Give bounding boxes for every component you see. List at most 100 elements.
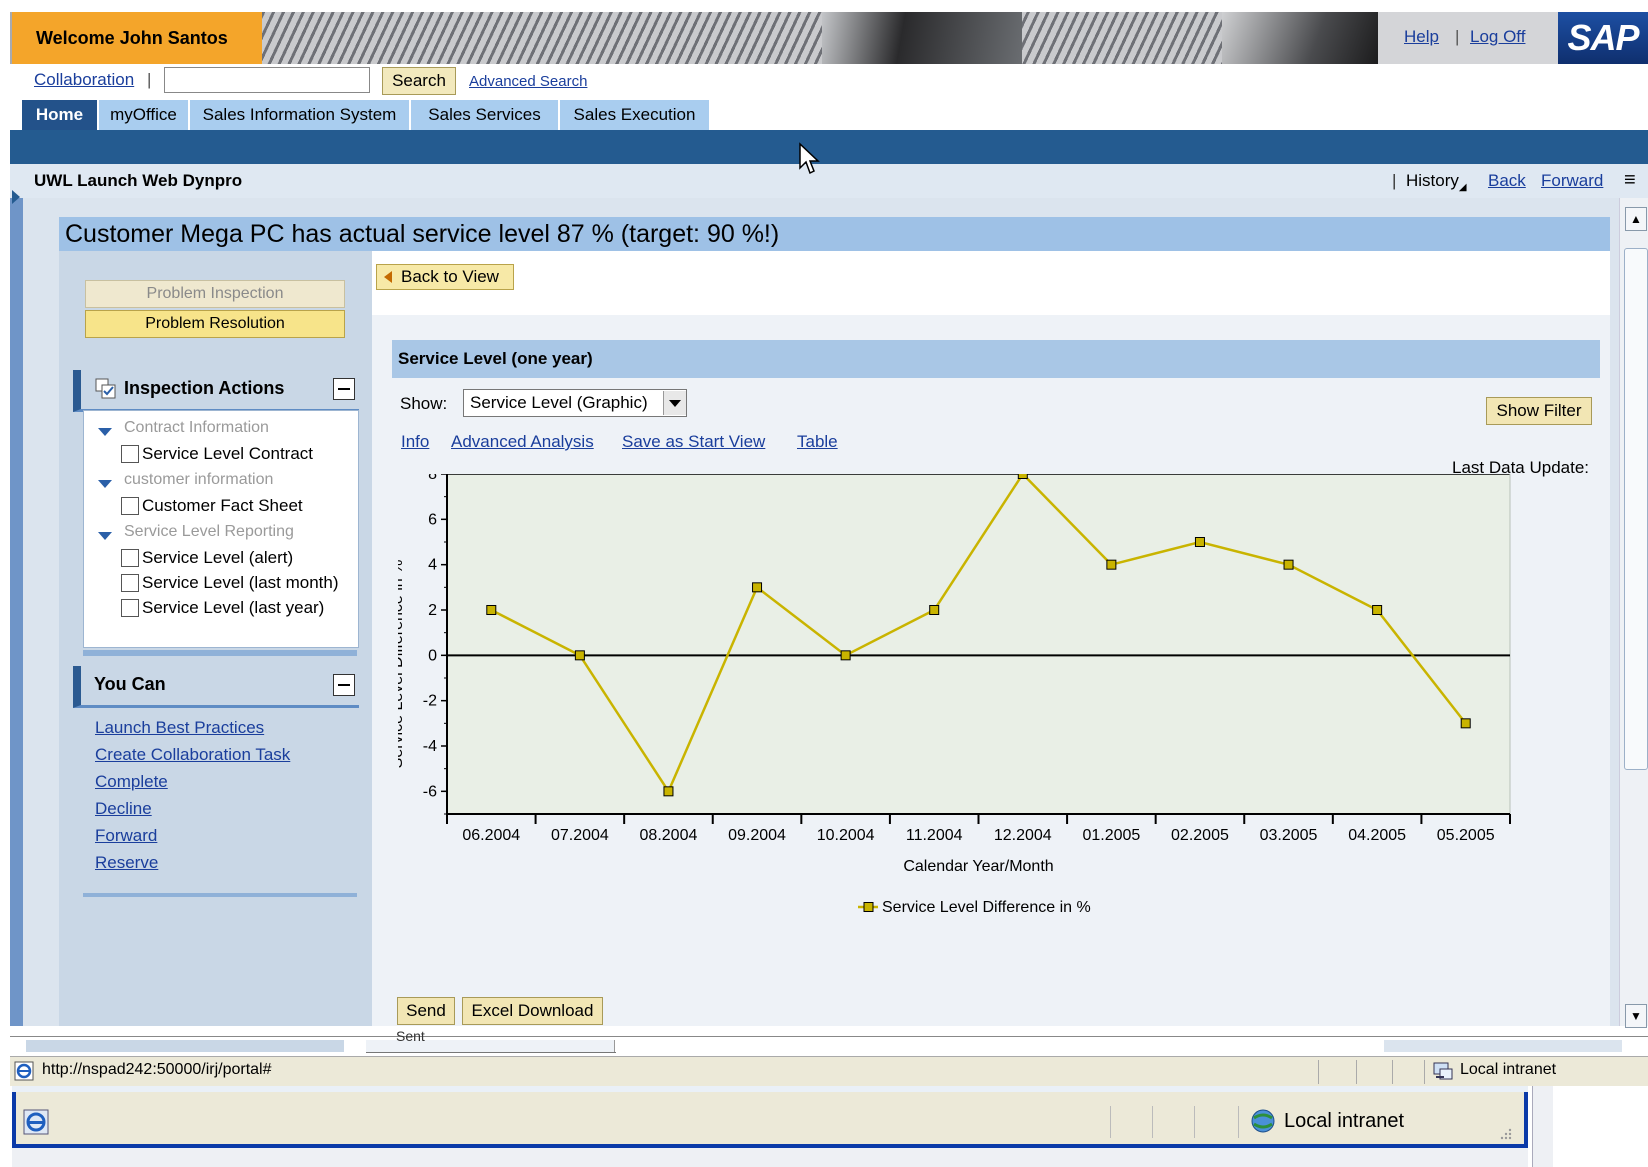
x-tick-label: 07.2004 xyxy=(551,827,609,844)
search-button[interactable]: Search xyxy=(382,67,456,95)
scroll-down-icon[interactable]: ▼ xyxy=(1625,1004,1647,1028)
checkbox[interactable] xyxy=(121,599,139,617)
detail-navigation-strip[interactable] xyxy=(10,198,23,1026)
checkbox[interactable] xyxy=(121,549,139,567)
status-divider xyxy=(1356,1060,1357,1084)
history-dropdown[interactable]: History◢ xyxy=(1406,171,1467,193)
tree-item-service-level-alert[interactable]: Service Level (alert) xyxy=(142,548,293,568)
service-level-chart: 8 6 4 2 0 -2 -4 -6 06.2004 07.2004 08.2004 09.2004 1… xyxy=(398,474,1511,916)
report-title: Service Level (one year) xyxy=(392,340,1600,378)
data-point xyxy=(1460,718,1471,729)
y-tick-label: -2 xyxy=(423,693,437,710)
x-tick-label: 02.2005 xyxy=(1171,827,1229,844)
back-to-view-button[interactable]: Back to View xyxy=(376,264,514,290)
forward-action-link[interactable]: Forward xyxy=(95,826,157,846)
history-label: History xyxy=(1406,171,1459,190)
tree-group-customer-information[interactable]: customer information xyxy=(124,471,273,489)
status-divider xyxy=(1392,1060,1393,1084)
y-tick-label: 2 xyxy=(428,602,437,619)
search-input[interactable] xyxy=(164,67,370,93)
back-link[interactable]: Back xyxy=(1488,171,1526,191)
checkbox[interactable] xyxy=(121,574,139,592)
tab-sales-information-system[interactable]: Sales Information System xyxy=(190,100,409,130)
expand-arrow-icon[interactable] xyxy=(12,190,20,204)
welcome-text: Welcome John Santos xyxy=(12,12,262,64)
help-link[interactable]: Help xyxy=(1404,27,1439,47)
legend-marker xyxy=(863,902,874,912)
scroll-thumb[interactable] xyxy=(1624,248,1648,770)
tree-group-service-level-reporting[interactable]: Service Level Reporting xyxy=(124,523,294,541)
resize-grip-icon[interactable] xyxy=(1500,1128,1512,1140)
sap-logo: SAP xyxy=(1558,12,1648,64)
y-tick-label: 4 xyxy=(428,557,437,574)
tree-item-service-level-last-month[interactable]: Service Level (last month) xyxy=(142,573,339,593)
excel-download-button[interactable]: Excel Download xyxy=(462,997,603,1025)
tab-sales-services[interactable]: Sales Services xyxy=(411,100,558,130)
plot-area xyxy=(447,474,1510,814)
advanced-analysis-link[interactable]: Advanced Analysis xyxy=(451,432,594,452)
send-button[interactable]: Send xyxy=(397,997,455,1025)
data-point xyxy=(840,650,851,661)
history-corner-icon: ◢ xyxy=(1458,182,1467,193)
intranet-zone-icon xyxy=(1433,1062,1453,1080)
checkbox[interactable] xyxy=(121,497,139,515)
y-tick-label: 0 xyxy=(428,647,437,664)
data-point xyxy=(486,605,497,615)
content-margin xyxy=(23,198,59,1026)
scroll-up-icon[interactable]: ▲ xyxy=(1625,207,1647,231)
expand-triangle-icon[interactable] xyxy=(98,480,112,488)
table-link[interactable]: Table xyxy=(797,432,838,452)
problem-inspection-button[interactable]: Problem Inspection xyxy=(85,280,345,308)
data-point xyxy=(1372,605,1383,615)
tab-sales-execution[interactable]: Sales Execution xyxy=(560,100,709,130)
back-arrow-icon xyxy=(384,271,392,283)
collapse-icon[interactable] xyxy=(333,378,355,400)
page-icon xyxy=(14,1061,34,1081)
y-tick-label: 6 xyxy=(428,511,437,528)
expand-triangle-icon[interactable] xyxy=(98,428,112,436)
log-off-link[interactable]: Log Off xyxy=(1470,27,1525,47)
checklist-icon xyxy=(95,378,116,399)
expand-triangle-icon[interactable] xyxy=(98,532,112,540)
page-menu-icon[interactable]: ≡ xyxy=(1624,168,1646,192)
tab-myoffice[interactable]: myOffice xyxy=(99,100,188,130)
tree-group-contract-information[interactable]: Contract Information xyxy=(124,419,269,437)
taskbar-zone: Local intranet xyxy=(1284,1110,1405,1132)
problem-resolution-button[interactable]: Problem Resolution xyxy=(85,310,345,338)
status-divider xyxy=(1152,1106,1153,1138)
mouse-cursor-icon xyxy=(799,142,820,175)
header-banner-image xyxy=(262,12,1378,64)
data-point xyxy=(1194,537,1205,547)
reserve-link[interactable]: Reserve xyxy=(95,853,158,873)
dropdown-arrow-icon[interactable] xyxy=(663,391,686,415)
launch-best-practices-link[interactable]: Launch Best Practices xyxy=(95,718,264,738)
collapse-icon[interactable] xyxy=(333,674,355,696)
inspection-actions-title: Inspection Actions xyxy=(124,378,285,398)
create-collaboration-task-link[interactable]: Create Collaboration Task xyxy=(95,745,290,765)
save-as-start-view-link[interactable]: Save as Start View xyxy=(622,432,765,452)
forward-link[interactable]: Forward xyxy=(1541,171,1603,191)
data-point xyxy=(1283,559,1294,570)
show-filter-button[interactable]: Show Filter xyxy=(1486,397,1592,425)
x-tick-label: 08.2004 xyxy=(640,827,698,844)
browser-icon xyxy=(23,1109,49,1135)
x-tick-label: 01.2005 xyxy=(1082,827,1140,844)
status-divider xyxy=(1238,1106,1239,1138)
complete-link[interactable]: Complete xyxy=(95,772,168,792)
y-tick-label: -6 xyxy=(423,783,437,800)
data-point xyxy=(574,650,585,661)
tree-item-service-level-contract[interactable]: Service Level Contract xyxy=(142,444,313,464)
section-divider xyxy=(83,650,357,656)
tab-home[interactable]: Home xyxy=(22,100,97,130)
data-point xyxy=(929,605,940,615)
advanced-search-link[interactable]: Advanced Search xyxy=(469,73,587,90)
status-divider xyxy=(1424,1060,1425,1084)
collaboration-link[interactable]: Collaboration xyxy=(34,70,134,90)
tree-item-customer-fact-sheet[interactable]: Customer Fact Sheet xyxy=(142,496,303,516)
checkbox[interactable] xyxy=(121,445,139,463)
decline-link[interactable]: Decline xyxy=(95,799,152,819)
show-select[interactable]: Service Level (Graphic) xyxy=(463,389,687,417)
tree-item-service-level-last-year[interactable]: Service Level (last year) xyxy=(142,598,324,618)
lower-frame-left xyxy=(26,1040,344,1052)
info-link[interactable]: Info xyxy=(401,432,429,452)
